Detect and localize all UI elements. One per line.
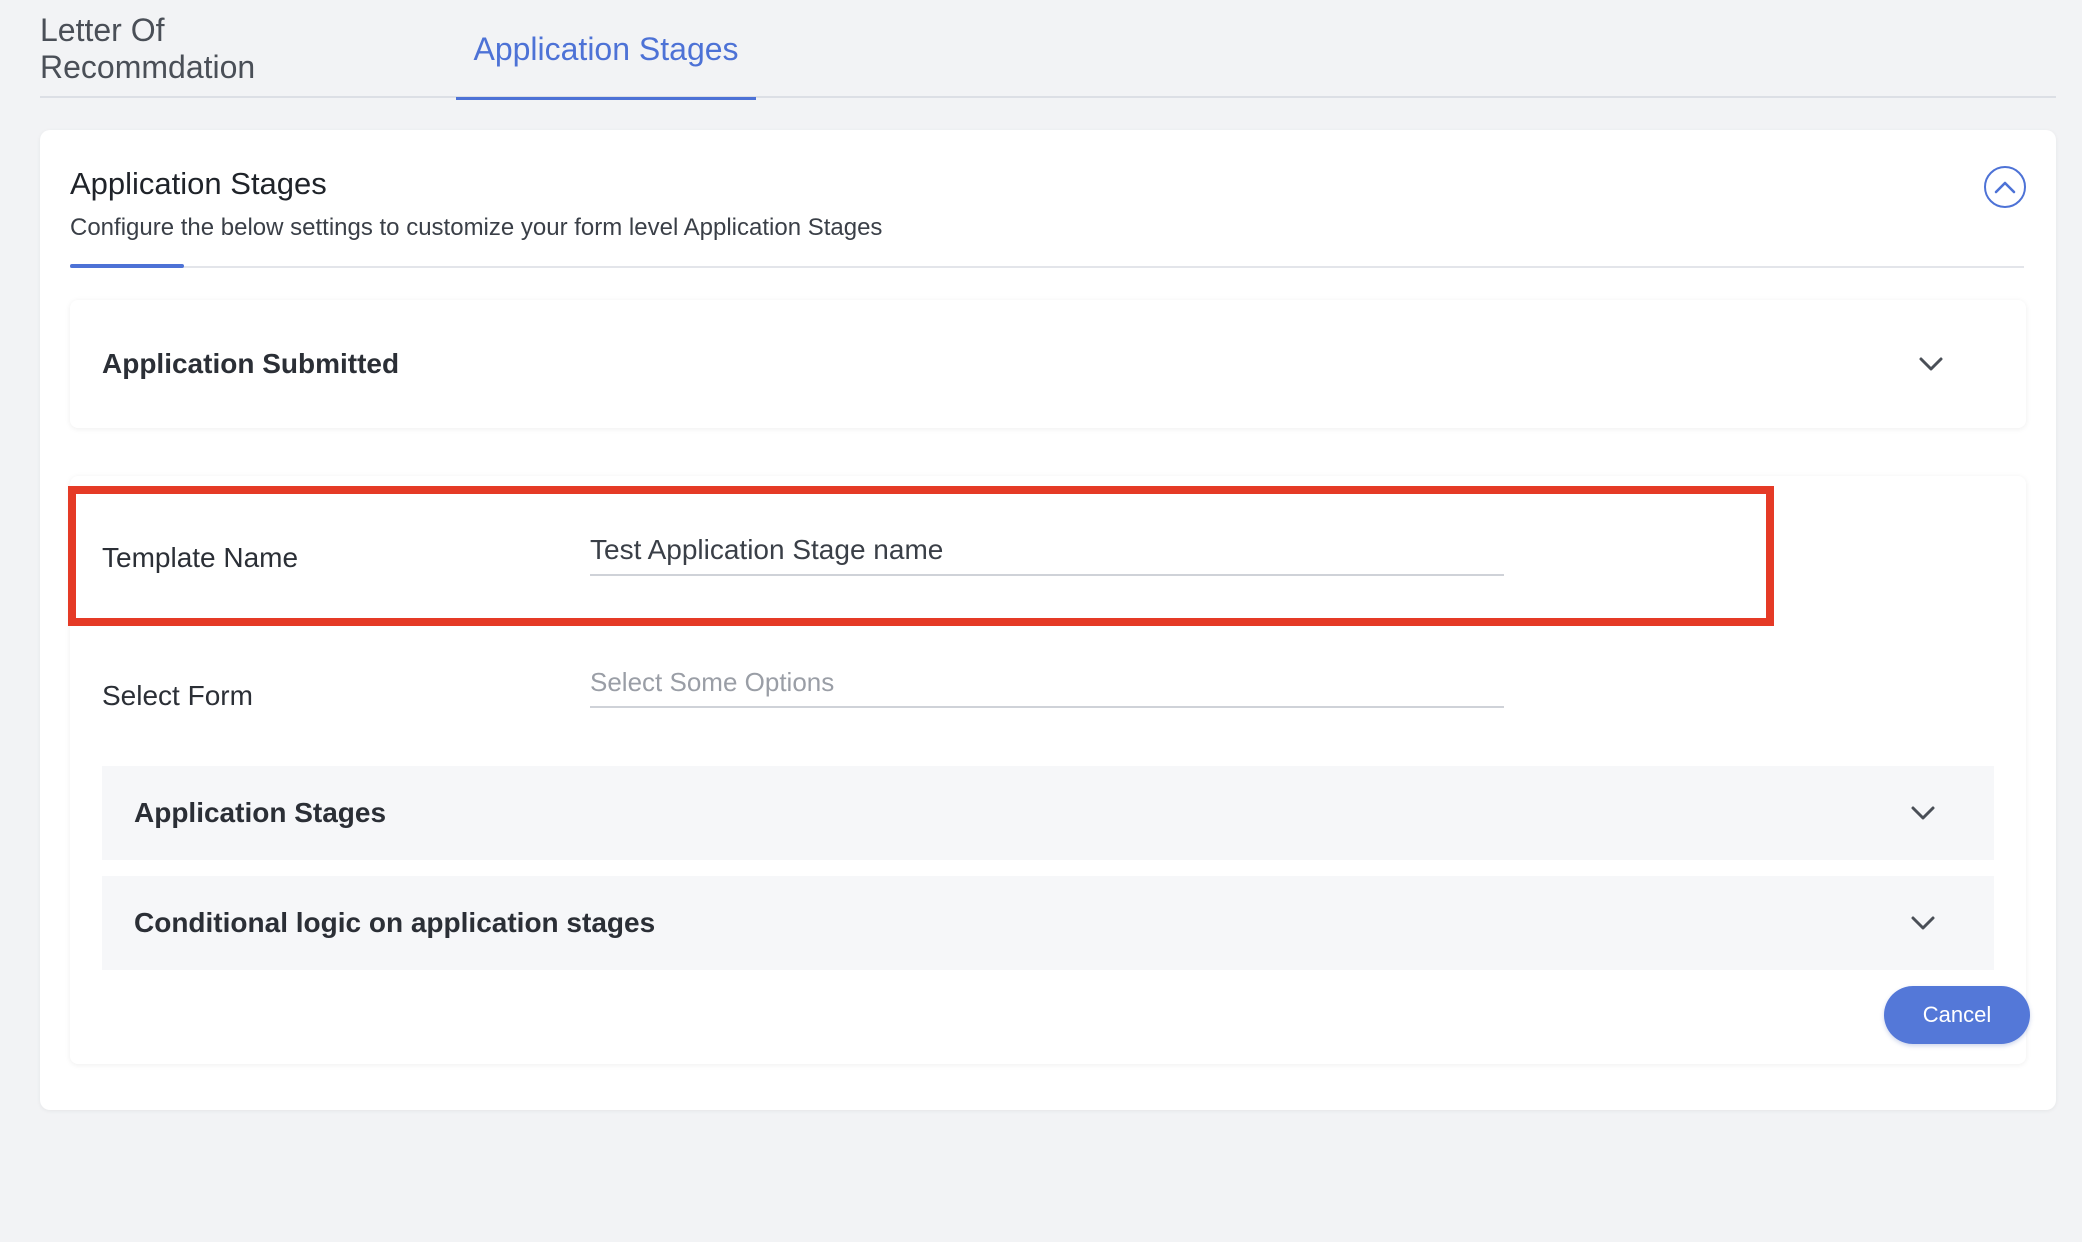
chevron-down-icon [1911, 806, 1935, 820]
card-subtitle: Configure the below settings to customiz… [70, 214, 883, 241]
accordion-conditional-logic[interactable]: Conditional logic on application stages [102, 876, 1994, 970]
divider [70, 266, 2024, 268]
template-name-input[interactable] [590, 526, 1504, 576]
tab-application-stages[interactable]: Application Stages [456, 0, 756, 100]
stage-form-panel: Template Name Select Form Application St… [68, 476, 2030, 1064]
card-title: Application Stages [70, 166, 327, 201]
chevron-up-icon [1994, 181, 2016, 194]
divider-accent [70, 264, 184, 268]
chevron-down-icon [1919, 357, 1943, 371]
collapse-button[interactable] [1984, 166, 2026, 208]
tab-letter-of-recommendation[interactable]: Letter Of Recommdation [40, 0, 290, 98]
accordion-application-stages[interactable]: Application Stages [102, 766, 1994, 860]
select-form-label: Select Form [102, 680, 253, 711]
cancel-button[interactable]: Cancel [1884, 986, 2030, 1044]
accordion-label: Conditional logic on application stages [134, 907, 656, 938]
tab-bar: Letter Of Recommdation Application Stage… [40, 0, 2056, 100]
accordion-label: Application Stages [134, 797, 387, 828]
accordion-application-submitted[interactable]: Application Submitted [70, 300, 2026, 428]
select-form-input[interactable] [590, 658, 1504, 708]
accordion-label: Application Submitted [102, 348, 400, 379]
chevron-down-icon [1911, 916, 1935, 930]
application-stages-card: Application Stages Configure the below s… [40, 130, 2056, 1110]
template-name-label: Template Name [102, 542, 299, 573]
